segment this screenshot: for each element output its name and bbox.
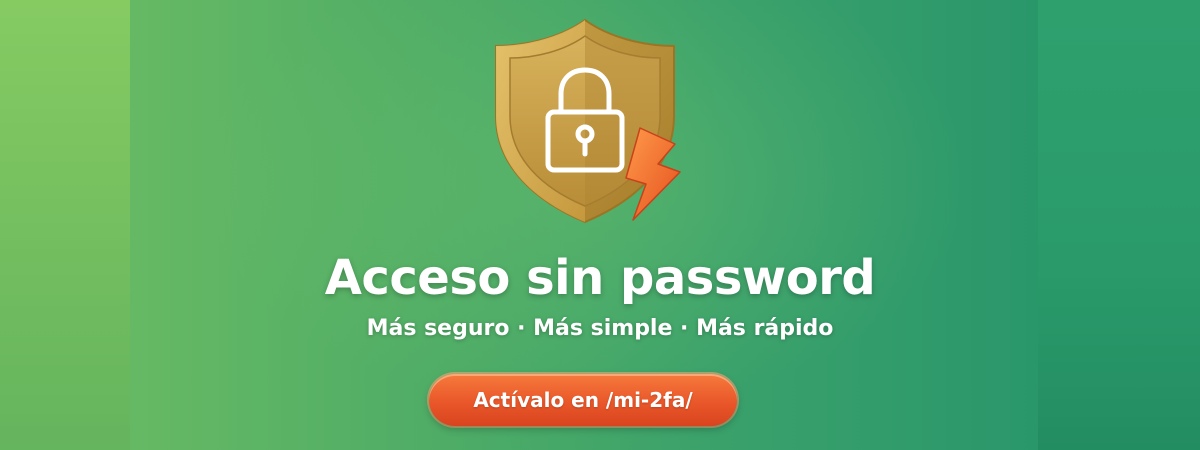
shield-lock-illustration xyxy=(490,16,690,226)
headline: Acceso sin password xyxy=(324,250,876,306)
shield-icon xyxy=(495,18,681,224)
subheadline: Más seguro · Más simple · Más rápido xyxy=(366,316,834,341)
activate-2fa-button[interactable]: Actívalo en /mi-2fa/ xyxy=(429,374,737,426)
background-right-panel xyxy=(1038,0,1200,450)
background-left-panel xyxy=(0,0,130,450)
